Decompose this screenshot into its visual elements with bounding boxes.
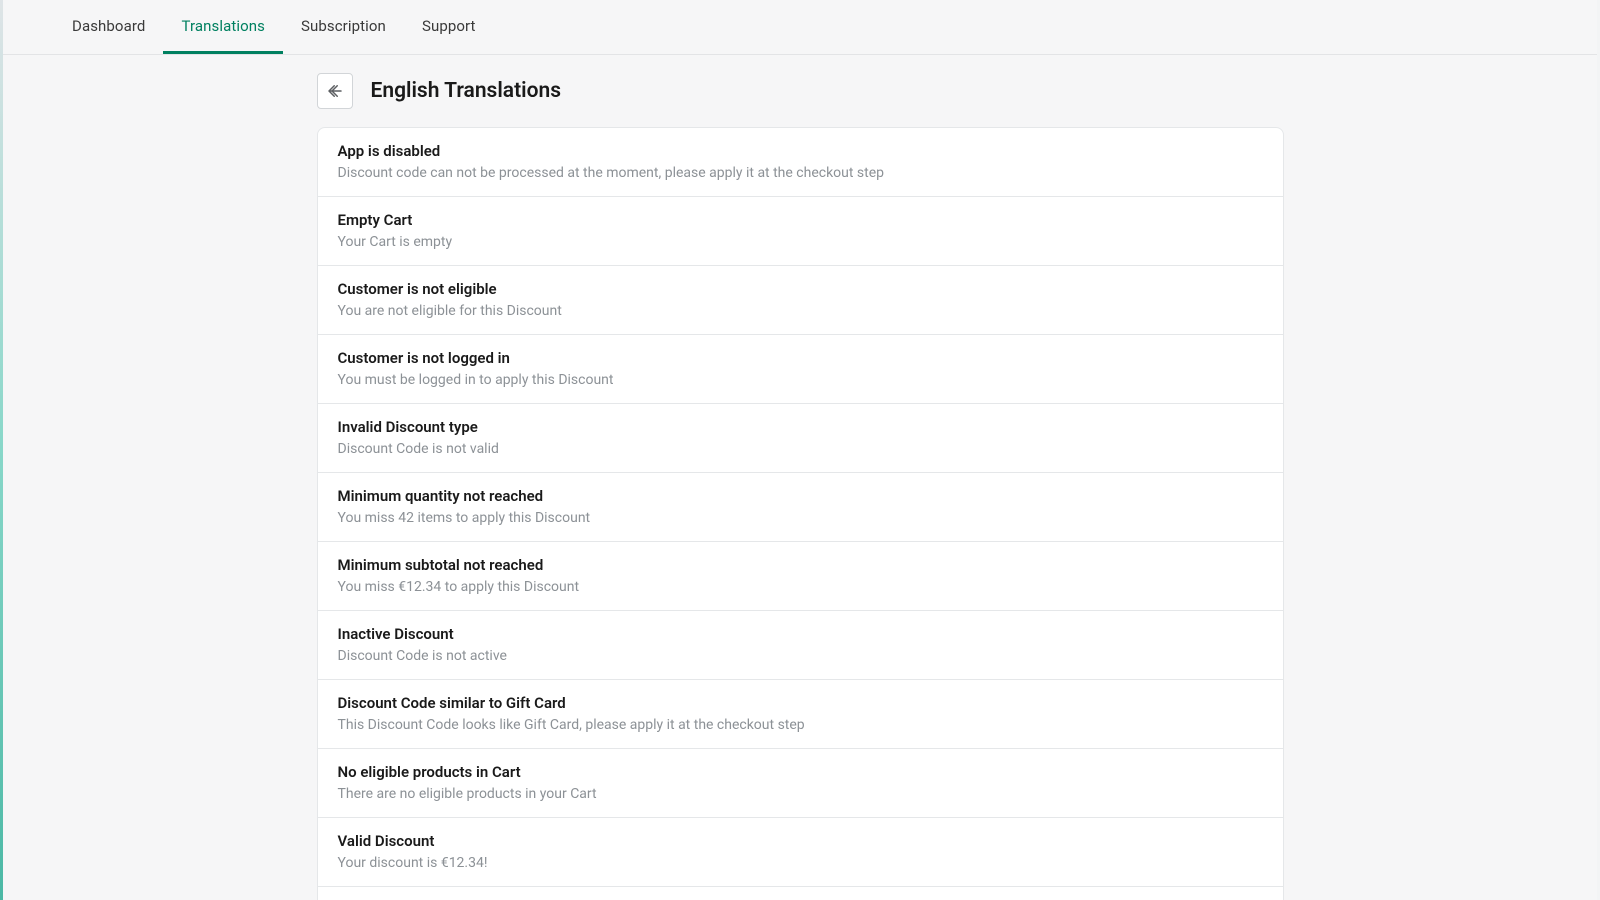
translation-row-desc: You miss 42 items to apply this Discount bbox=[338, 510, 1263, 526]
tab-support[interactable]: Support bbox=[404, 0, 494, 54]
translation-row[interactable]: Customer is not eligible You are not eli… bbox=[318, 266, 1283, 335]
arrow-left-icon-full bbox=[326, 82, 344, 100]
translation-row[interactable]: Valid Discount Your discount is €12.34! bbox=[318, 818, 1283, 887]
translation-row-desc: Discount code can not be processed at th… bbox=[338, 165, 1263, 181]
translation-row-desc: You miss €12.34 to apply this Discount bbox=[338, 579, 1263, 595]
translation-row-title: Customer is not eligible bbox=[338, 280, 1263, 298]
translations-list: App is disabled Discount code can not be… bbox=[317, 127, 1284, 900]
translation-row-title: Minimum subtotal not reached bbox=[338, 556, 1263, 574]
translation-row[interactable]: Discount Code similar to Gift Card This … bbox=[318, 680, 1283, 749]
translation-row-title: Discount Code similar to Gift Card bbox=[338, 694, 1263, 712]
translation-row-title: Minimum quantity not reached bbox=[338, 487, 1263, 505]
translation-row-desc: Discount Code is not valid bbox=[338, 441, 1263, 457]
translation-row-desc: Your Cart is empty bbox=[338, 234, 1263, 250]
translation-row[interactable]: Customer is not logged in You must be lo… bbox=[318, 335, 1283, 404]
translation-row-title: Inactive Discount bbox=[338, 625, 1263, 643]
translation-row[interactable]: Inactive Discount Discount Code is not a… bbox=[318, 611, 1283, 680]
translation-row-desc: Discount Code is not active bbox=[338, 648, 1263, 664]
translation-row-desc: You must be logged in to apply this Disc… bbox=[338, 372, 1263, 388]
tab-translations[interactable]: Translations bbox=[163, 0, 283, 54]
translation-row-desc: You are not eligible for this Discount bbox=[338, 303, 1263, 319]
translation-row-title: Customer is not logged in bbox=[338, 349, 1263, 367]
translation-row-title: No eligible products in Cart bbox=[338, 763, 1263, 781]
translation-row-desc: This Discount Code looks like Gift Card,… bbox=[338, 717, 1263, 733]
translation-row[interactable]: Minimum subtotal not reached You miss €1… bbox=[318, 542, 1283, 611]
top-tabs: Dashboard Translations Subscription Supp… bbox=[3, 0, 1597, 55]
page-body: English Translations App is disabled Dis… bbox=[3, 55, 1597, 900]
translation-row[interactable]: Minimum quantity not reached You miss 42… bbox=[318, 473, 1283, 542]
translation-row-title: App is disabled bbox=[338, 142, 1263, 160]
left-edge-decoration bbox=[0, 0, 3, 900]
page-title: English Translations bbox=[371, 79, 562, 103]
translation-row-title: Valid Discount bbox=[338, 832, 1263, 850]
back-button[interactable] bbox=[317, 73, 353, 109]
translation-row[interactable]: Empty Cart Your Cart is empty bbox=[318, 197, 1283, 266]
translation-row-desc: There are no eligible products in your C… bbox=[338, 786, 1263, 802]
translation-row[interactable]: Subscription limit reached bbox=[318, 887, 1283, 900]
translation-row-title: Empty Cart bbox=[338, 211, 1263, 229]
translation-row[interactable]: No eligible products in Cart There are n… bbox=[318, 749, 1283, 818]
translation-row-desc: Your discount is €12.34! bbox=[338, 855, 1263, 871]
tab-subscription[interactable]: Subscription bbox=[283, 0, 404, 54]
translation-row[interactable]: App is disabled Discount code can not be… bbox=[318, 128, 1283, 197]
tab-dashboard[interactable]: Dashboard bbox=[54, 0, 163, 54]
page-header: English Translations bbox=[317, 73, 1284, 109]
translation-row-title: Invalid Discount type bbox=[338, 418, 1263, 436]
translation-row[interactable]: Invalid Discount type Discount Code is n… bbox=[318, 404, 1283, 473]
app-viewport: Dashboard Translations Subscription Supp… bbox=[3, 0, 1597, 900]
